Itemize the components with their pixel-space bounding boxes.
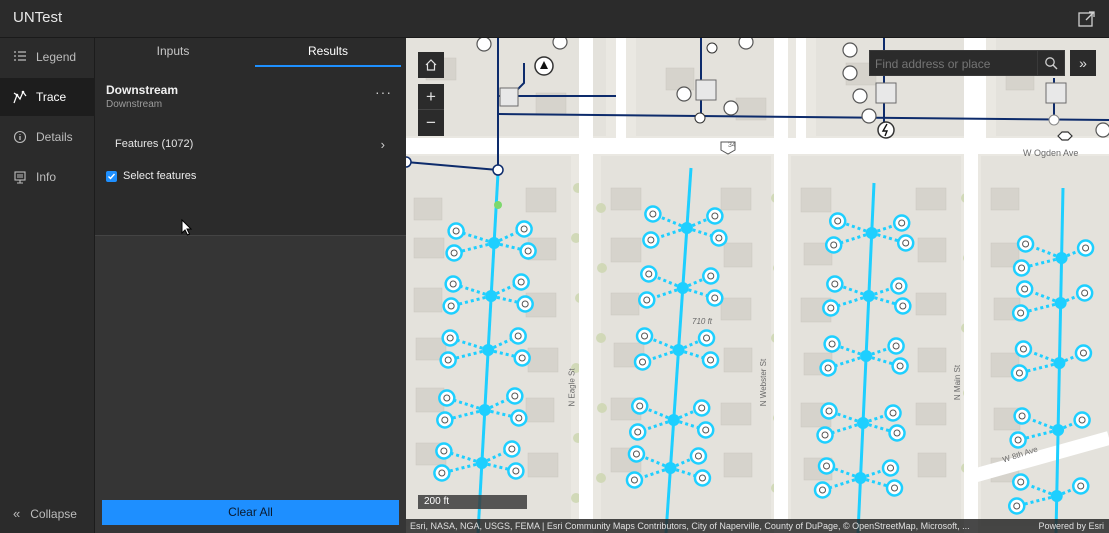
trace-result-title: Downstream: [106, 83, 179, 97]
nav-item-details[interactable]: Details: [0, 118, 95, 156]
nav-label-legend: Legend: [36, 50, 77, 64]
app-header: UNTest: [0, 0, 1109, 38]
street-label-eagle: N Eagle St: [567, 368, 577, 407]
more-options-icon[interactable]: ···: [375, 85, 392, 99]
search-icon[interactable]: [1037, 51, 1064, 75]
features-label: Features (1072): [115, 138, 194, 150]
tab-results[interactable]: Results: [255, 38, 401, 67]
street-label-ogden: W Ogden Ave: [1023, 148, 1079, 158]
home-icon: [425, 59, 437, 71]
powered-by-esri[interactable]: Powered by Esri: [1038, 519, 1104, 533]
collapse-button[interactable]: « Collapse: [13, 506, 77, 521]
side-navigation: Legend Trace Details Info « Collapse: [0, 38, 95, 533]
street-label-main: N Main St: [953, 364, 963, 401]
trace-panel: Inputs Results Downstream Downstream ···…: [95, 38, 406, 533]
scale-bar: 200 ft: [418, 495, 527, 509]
nav-item-legend[interactable]: Legend: [0, 38, 95, 76]
tab-inputs[interactable]: Inputs: [100, 38, 246, 67]
select-features-checkbox[interactable]: Select features: [106, 170, 196, 182]
search-input[interactable]: [875, 57, 1030, 71]
route-label-34: 34: [728, 142, 736, 149]
mouse-cursor-icon: [181, 218, 193, 237]
street-label-webster: N Webster St: [759, 358, 769, 407]
info-circle-icon: [13, 130, 27, 144]
info-panel-icon: [13, 170, 27, 184]
zoom-in-button[interactable]: +: [418, 84, 444, 110]
attribution-text: Esri, NASA, NGA, USGS, FEMA | Esri Commu…: [410, 521, 970, 531]
trace-result-card: Downstream Downstream ··· Features (1072…: [95, 67, 406, 236]
panel-tabs: Inputs Results: [95, 38, 406, 68]
expand-icon[interactable]: »: [1070, 50, 1096, 76]
nav-label-info: Info: [36, 170, 57, 184]
select-features-label: Select features: [123, 170, 197, 182]
home-button[interactable]: [418, 52, 444, 78]
clear-all-button[interactable]: Clear All: [102, 500, 399, 525]
checkbox-checked-icon: [106, 170, 117, 182]
share-icon[interactable]: [1077, 9, 1097, 29]
map-view[interactable]: W Ogden Ave 34 N Eagle St N Webster St N…: [406, 38, 1109, 533]
features-row[interactable]: Features (1072) ›: [115, 137, 385, 152]
nav-label-details: Details: [36, 130, 73, 144]
double-chevron-left-icon: «: [13, 506, 21, 521]
nav-item-trace[interactable]: Trace: [0, 78, 95, 116]
trace-icon: [13, 90, 27, 104]
map-attribution: Esri, NASA, NGA, USGS, FEMA | Esri Commu…: [406, 519, 1109, 533]
nav-item-info[interactable]: Info: [0, 158, 95, 196]
app-title: UNTest: [13, 9, 63, 26]
legend-icon: [13, 50, 27, 64]
collapse-label: Collapse: [30, 506, 77, 521]
trace-result-subtitle: Downstream: [106, 99, 163, 110]
elevation-label: 710 ft: [692, 317, 713, 326]
nav-label-trace: Trace: [36, 90, 67, 104]
zoom-out-button[interactable]: −: [418, 110, 444, 136]
search-box: [869, 50, 1065, 76]
chevron-right-icon: ›: [380, 137, 385, 152]
